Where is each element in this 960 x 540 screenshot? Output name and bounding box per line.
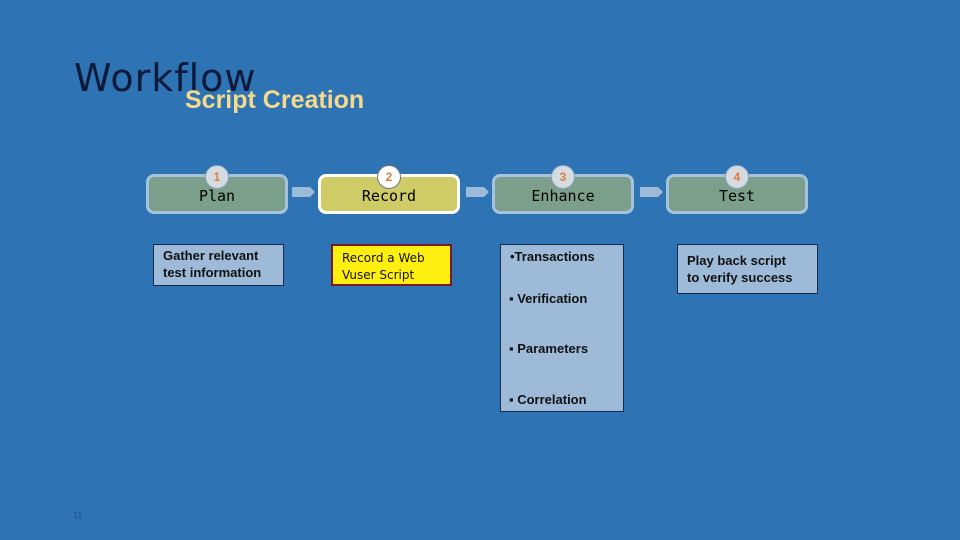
step-number-badge: 3 xyxy=(551,165,575,189)
step-label: Record xyxy=(361,187,417,205)
step-number-badge: 2 xyxy=(377,165,401,189)
description-line: to verify success xyxy=(687,270,793,285)
description-line: test information xyxy=(163,265,262,280)
page-number: 11 xyxy=(73,510,83,520)
plan-description: Gather relevant test information xyxy=(153,244,284,286)
step-label: Test xyxy=(718,187,756,205)
description-line: Vuser Script xyxy=(342,268,415,282)
step-number-badge: 1 xyxy=(205,165,229,189)
slide-subtitle: Script Creation xyxy=(185,86,365,114)
step-test: 4 Test xyxy=(666,165,808,214)
bullet-verification: ▪ Verification xyxy=(509,291,588,306)
bullet-parameters: ▪ Parameters xyxy=(509,341,589,356)
step-record: 2 Record xyxy=(318,165,460,214)
description-line: Play back script xyxy=(687,253,786,268)
step-plan: 1 Plan xyxy=(146,165,288,214)
bullet-correlation: ▪ Correlation xyxy=(509,392,587,407)
arrow-right-icon xyxy=(466,187,489,197)
step-enhance: 3 Enhance xyxy=(492,165,634,214)
description-line: Gather relevant xyxy=(163,248,259,263)
step-label: Enhance xyxy=(531,187,595,205)
record-description: Record a Web Vuser Script xyxy=(331,244,452,286)
description-line: Record a Web xyxy=(342,251,425,265)
bullet-transactions: •Transactions xyxy=(510,249,595,264)
test-description: Play back script to verify success xyxy=(677,244,818,294)
arrow-right-icon xyxy=(640,187,663,197)
arrow-right-icon xyxy=(292,187,315,197)
step-label: Plan xyxy=(198,187,236,205)
enhance-description: •Transactions ▪ Verification ▪ Parameter… xyxy=(500,244,624,412)
step-number-badge: 4 xyxy=(725,165,749,189)
